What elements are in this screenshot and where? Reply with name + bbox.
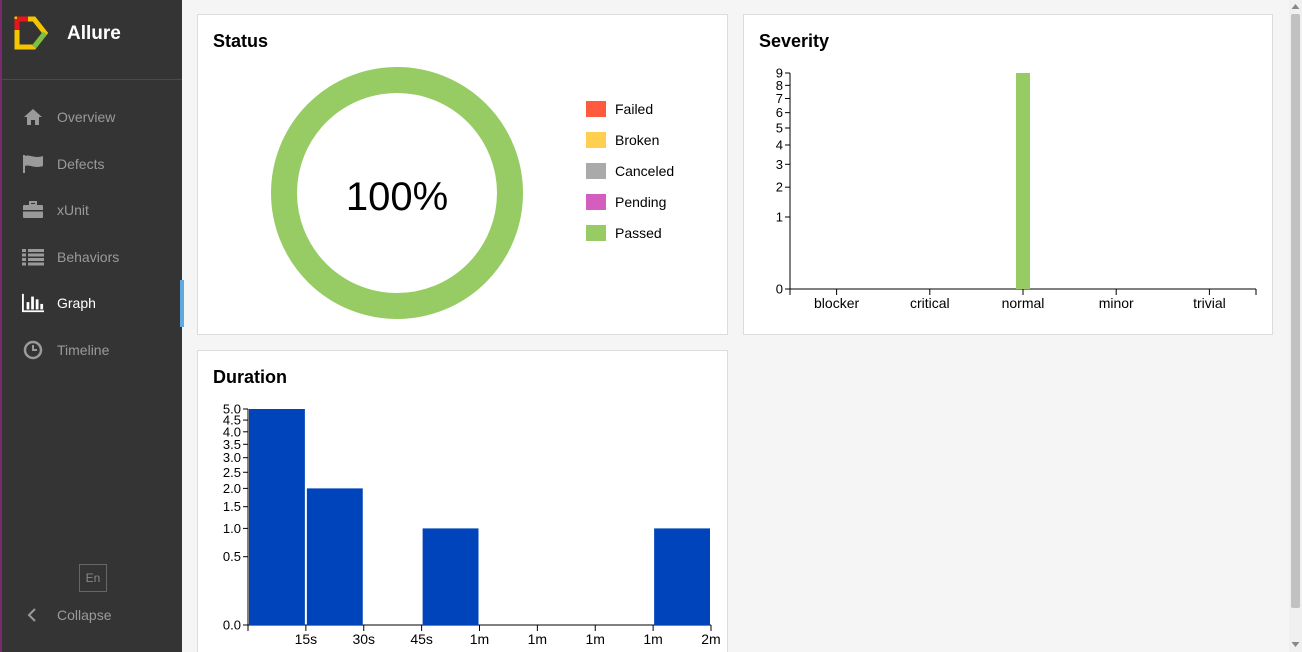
- sidebar-item-label: xUnit: [57, 202, 89, 219]
- bar-45s-1m[interactable]: [422, 528, 479, 625]
- y-tick-label: 6: [776, 105, 783, 120]
- sidebar-item-label: Graph: [57, 295, 96, 312]
- collapse-label: Collapse: [57, 607, 112, 623]
- y-tick-label: 4: [776, 138, 783, 153]
- severity-widget: Severity 0 1 2 3 4 5 6 7 8 9 blocker critical normal…: [743, 14, 1273, 335]
- app-name: Allure: [67, 23, 121, 44]
- y-tick-label: 3: [776, 157, 783, 172]
- y-tick-label: 1.0: [223, 521, 241, 536]
- status-legend: Failed Broken Canceled Pending Passed: [586, 93, 674, 248]
- legend-swatch: [586, 100, 606, 117]
- legend-item-broken: Broken: [586, 124, 674, 155]
- chart-bars: [249, 409, 710, 625]
- y-tick-label: 0.5: [223, 549, 241, 564]
- y-tick-label: 2.0: [223, 481, 241, 496]
- y-tick-label: 2.5: [223, 465, 241, 480]
- sidebar: Allure Overview Defects xUnit Behaviors …: [0, 0, 184, 652]
- legend-item-failed: Failed: [586, 93, 674, 124]
- bar-normal[interactable]: [1016, 73, 1030, 289]
- legend-swatch: [586, 224, 606, 241]
- x-tick-label: critical: [910, 295, 950, 311]
- allure-logo-icon: [14, 16, 48, 50]
- flag-icon: [22, 153, 44, 175]
- x-tick-label: 45s: [410, 631, 433, 647]
- sidebar-item-overview[interactable]: Overview: [2, 94, 182, 141]
- x-tick-label: blocker: [814, 295, 859, 311]
- severity-bar-chart: 0123456789blocker critical normal minor triv…: [776, 66, 1257, 311]
- x-tick-label: 1m: [528, 631, 547, 647]
- y-tick-label: 1.5: [223, 499, 241, 514]
- y-tick-label: 1: [776, 210, 783, 225]
- legend-swatch: [586, 193, 606, 210]
- y-tick-label: 9: [776, 66, 783, 81]
- language-button[interactable]: En: [79, 564, 107, 592]
- chevron-left-icon: [27, 608, 36, 622]
- sidebar-item-timeline[interactable]: Timeline: [2, 327, 182, 374]
- list-icon: [22, 246, 44, 268]
- bar-1m-2m[interactable]: [654, 528, 710, 625]
- y-tick-label: 0.0: [223, 618, 241, 633]
- scroll-down-arrow-icon[interactable]: [1291, 640, 1300, 649]
- bar-15s-30s[interactable]: [306, 488, 363, 625]
- sidebar-item-label: Overview: [57, 109, 116, 126]
- brand[interactable]: Allure: [2, 0, 182, 80]
- x-tick-label: minor: [1099, 295, 1134, 311]
- briefcase-icon: [22, 199, 44, 221]
- sidebar-item-label: Defects: [57, 155, 105, 172]
- status-widget: Status 100% Failed Broken Canceled Pending P…: [197, 14, 728, 335]
- x-tick-label: 15s: [295, 631, 318, 647]
- x-tick-label: 1m: [643, 631, 662, 647]
- sidebar-item-label: Behaviors: [57, 248, 120, 265]
- x-tick-label: 2m: [701, 631, 720, 647]
- collapse-button[interactable]: Collapse: [2, 598, 182, 632]
- y-tick-label: 2: [776, 180, 783, 195]
- y-tick-label: 3.0: [223, 450, 241, 465]
- y-tick-label: 7: [776, 91, 783, 106]
- y-tick-label: 5.0: [223, 402, 241, 417]
- sidebar-nav: Overview Defects xUnit Behaviors Graph T…: [2, 94, 184, 374]
- legend-item-passed: Passed: [586, 217, 674, 248]
- y-tick-label: 5: [776, 121, 783, 136]
- legend-swatch: [586, 162, 606, 179]
- y-tick-label: 0: [776, 282, 783, 297]
- sidebar-item-graph[interactable]: Graph: [2, 280, 184, 327]
- x-tick-label: trivial: [1193, 295, 1226, 311]
- duration-widget: Duration 0.0 0.5 1.0 1.5 2.0 2.5 3.0 3.5 4.0 4.5 5…: [197, 350, 728, 652]
- clock-icon: [22, 339, 44, 361]
- sidebar-item-defects[interactable]: Defects: [2, 141, 182, 188]
- sidebar-item-label: Timeline: [57, 341, 110, 358]
- scrollbar-thumb[interactable]: [1291, 14, 1300, 608]
- x-tick-label: 30s: [352, 631, 375, 647]
- duration-histogram: 0.00.51.01.52.02.53.03.54.04.55.015s 30s 4…: [223, 402, 721, 648]
- x-tick-label: 1m: [470, 631, 489, 647]
- legend-label: Broken: [615, 131, 660, 148]
- status-center-label: 100%: [346, 175, 448, 219]
- legend-item-pending: Pending: [586, 186, 674, 217]
- legend-label: Pending: [615, 193, 667, 210]
- bar-chart-icon: [22, 292, 44, 314]
- legend-label: Passed: [615, 224, 662, 241]
- chart-axes: 0123456789blocker critical normal minor triv…: [776, 66, 1257, 311]
- bar-0s-15s[interactable]: [249, 409, 305, 625]
- sidebar-item-xunit[interactable]: xUnit: [2, 187, 182, 234]
- legend-label: Canceled: [615, 162, 675, 179]
- home-icon: [22, 106, 44, 128]
- x-tick-label: 1m: [586, 631, 605, 647]
- legend-swatch: [586, 131, 606, 148]
- page-scrollbar[interactable]: [1289, 0, 1302, 652]
- legend-label: Failed: [615, 100, 654, 117]
- chart-bars: [1016, 73, 1030, 289]
- legend-item-canceled: Canceled: [586, 155, 674, 186]
- sidebar-item-behaviors[interactable]: Behaviors: [2, 234, 182, 281]
- x-tick-label: normal: [1002, 295, 1045, 311]
- scroll-up-arrow-icon[interactable]: [1291, 2, 1300, 11]
